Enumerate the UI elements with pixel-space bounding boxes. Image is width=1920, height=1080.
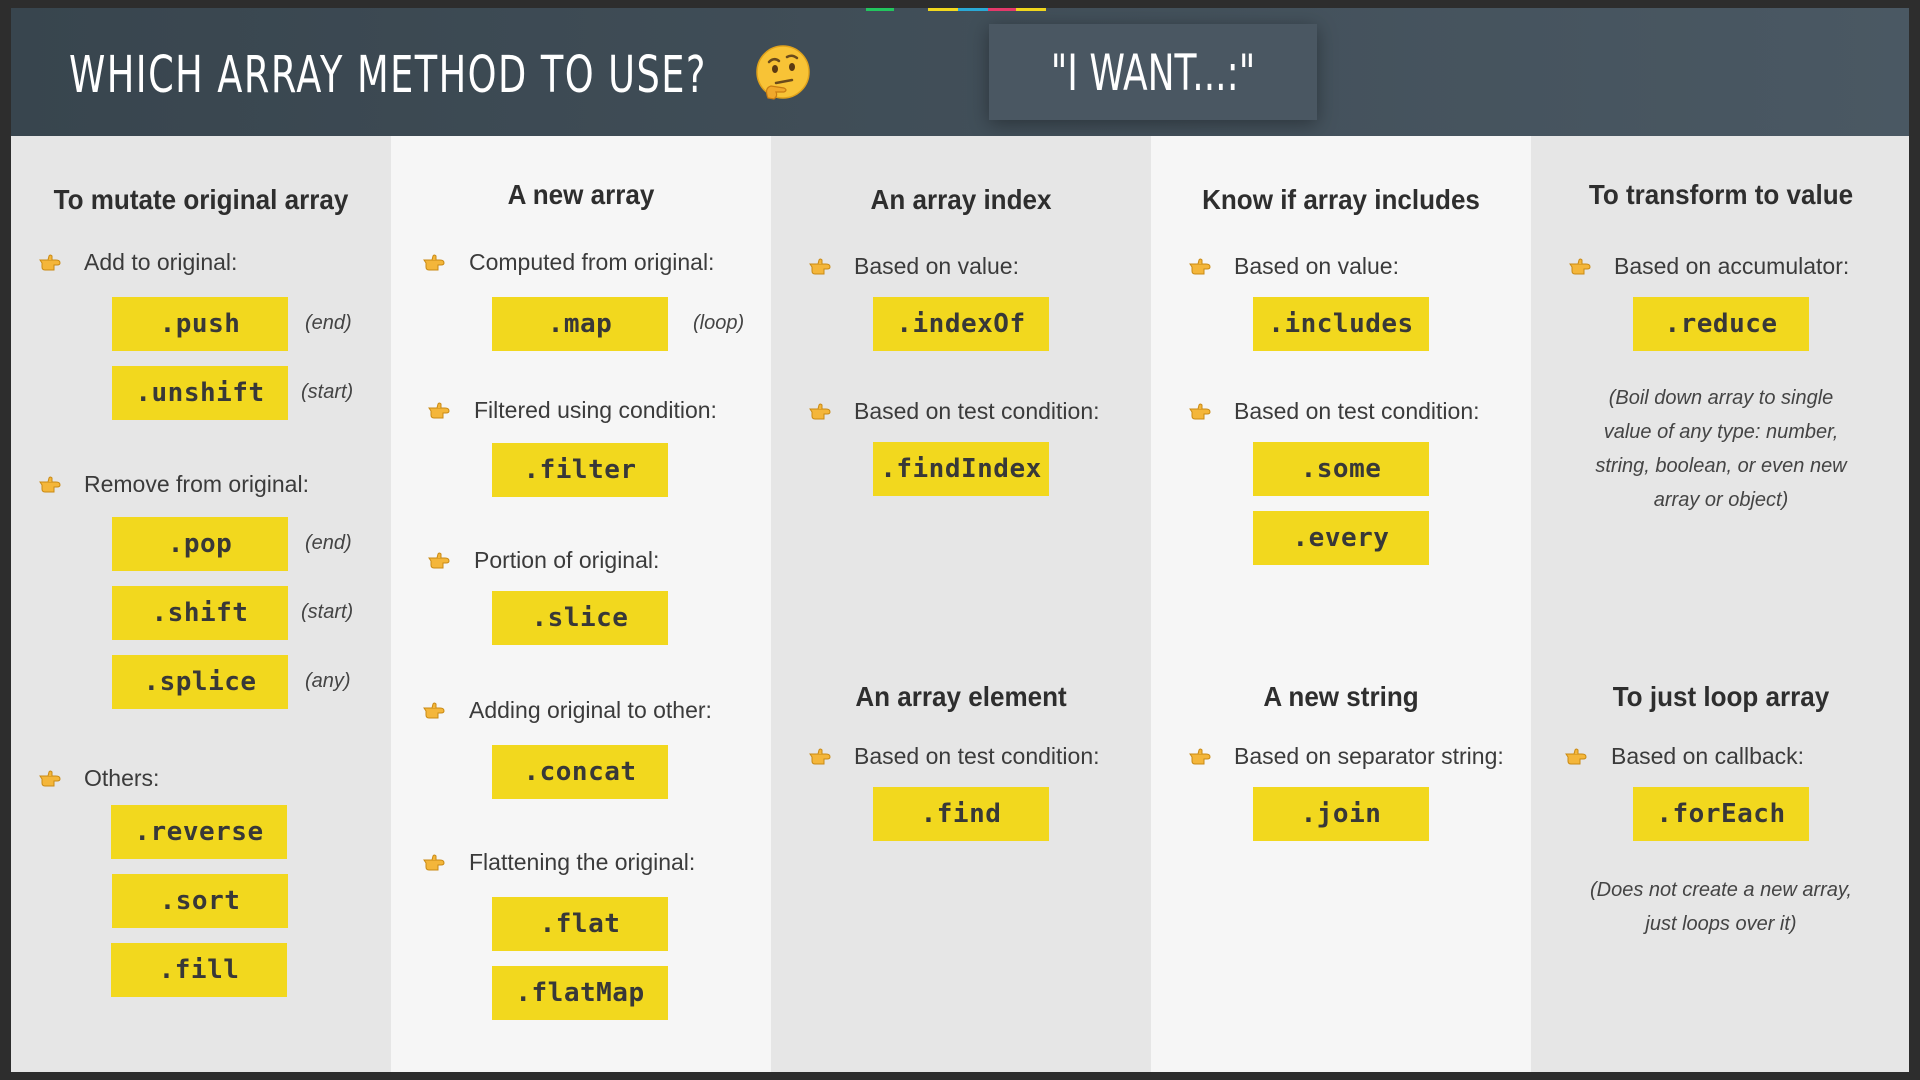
method-findindex: .findIndex (873, 442, 1049, 496)
column-heading: To mutate original array (53, 184, 349, 215)
column-heading: To transform to value (1588, 179, 1854, 210)
pointing-hand-icon (1189, 748, 1211, 765)
method-reduce: .reduce (1633, 297, 1809, 351)
slide: Which array method to use? "I WANT...:" … (11, 8, 1909, 1072)
pointing-hand-icon (809, 403, 831, 420)
method-note: (start) (301, 601, 354, 623)
method-filter: .filter (492, 443, 668, 497)
method-map: .map (492, 297, 668, 351)
method-some: .some (1253, 442, 1429, 496)
pointing-hand-icon (1565, 748, 1587, 765)
column-heading: A new array (507, 179, 655, 210)
method-splice: .splice (112, 655, 288, 709)
group-label: Based on test condition: (854, 743, 1100, 769)
method-slice: .slice (492, 591, 668, 645)
method-note: (loop) (693, 312, 745, 334)
reduce-note: (Boil down array to single value of any … (1595, 387, 1847, 511)
thinking-face-icon (756, 45, 810, 100)
method-includes: .includes (1253, 297, 1429, 351)
method-find: .find (873, 787, 1049, 841)
page-title: Which array method to use? (69, 46, 707, 105)
group-label: Based on value: (854, 253, 1019, 279)
method-unshift: .unshift (112, 366, 288, 420)
group-label: Portion of original: (474, 547, 660, 573)
method-note: (start) (301, 381, 354, 403)
pointing-hand-icon (39, 770, 61, 787)
method-join: .join (1253, 787, 1429, 841)
pointing-hand-icon (1189, 403, 1211, 420)
method-sort: .sort (112, 874, 288, 928)
group-label: Computed from original: (469, 249, 715, 275)
pointing-hand-icon (428, 552, 450, 569)
method-flat: .flat (492, 897, 668, 951)
pointing-hand-icon (809, 258, 831, 275)
group-label: Based on accumulator: (1614, 253, 1850, 279)
column-heading-2: An array element (855, 681, 1067, 712)
method-reverse: .reverse (111, 805, 287, 859)
group-label: Filtered using condition: (474, 397, 717, 423)
column-heading-2: A new string (1263, 681, 1419, 712)
pointing-hand-icon (39, 254, 61, 271)
method-foreach: .forEach (1633, 787, 1809, 841)
method-note: (end) (305, 312, 352, 334)
pointing-hand-icon (1569, 258, 1591, 275)
pointing-hand-icon (1189, 258, 1211, 275)
column-includes: Know if array includes Based on value: .… (1151, 136, 1531, 1072)
pointing-hand-icon (423, 254, 445, 271)
pointing-hand-icon (428, 402, 450, 419)
method-flatmap: .flatMap (492, 966, 668, 1020)
column-heading-2: To just loop array (1612, 681, 1830, 712)
pointing-hand-icon (423, 702, 445, 719)
group-label: Flattening the original: (469, 849, 696, 875)
column-heading: Know if array includes (1202, 184, 1480, 215)
method-push: .push (112, 297, 288, 351)
i-want-box: "I WANT...:" (989, 24, 1317, 120)
header-bar: Which array method to use? "I WANT...:" (11, 8, 1909, 136)
method-note: (end) (305, 532, 352, 554)
group-label: Based on test condition: (1234, 398, 1480, 424)
group-label: Based on separator string: (1234, 743, 1504, 769)
column-transform: To transform to value Based on accumulat… (1531, 136, 1909, 1072)
pointing-hand-icon (809, 748, 831, 765)
group-label: Others: (84, 765, 160, 791)
group-label: Remove from original: (84, 471, 309, 497)
method-concat: .concat (492, 745, 668, 799)
pointing-hand-icon (423, 854, 445, 871)
method-indexof: .indexOf (873, 297, 1049, 351)
method-note: (any) (305, 670, 351, 692)
group-label: Add to original: (84, 249, 238, 275)
method-pop: .pop (112, 517, 288, 571)
group-label: Based on test condition: (854, 398, 1100, 424)
column-new-array: A new array Computed from original: .map… (391, 136, 771, 1072)
method-every: .every (1253, 511, 1429, 565)
column-heading: An array index (870, 184, 1052, 215)
pointing-hand-icon (39, 476, 61, 493)
group-label: Adding original to other: (469, 697, 712, 723)
i-want-label: "I WANT...:" (1050, 44, 1256, 102)
column-array-index: An array index Based on value: .indexOf … (771, 136, 1151, 1072)
group-label: Based on value: (1234, 253, 1399, 279)
method-shift: .shift (112, 586, 288, 640)
group-label: Based on callback: (1611, 743, 1805, 769)
foreach-note: (Does not create a new array, just loops… (1590, 879, 1852, 935)
column-mutate: To mutate original array Add to original… (11, 136, 391, 1072)
accent-bar (866, 8, 1076, 11)
method-fill: .fill (111, 943, 287, 997)
